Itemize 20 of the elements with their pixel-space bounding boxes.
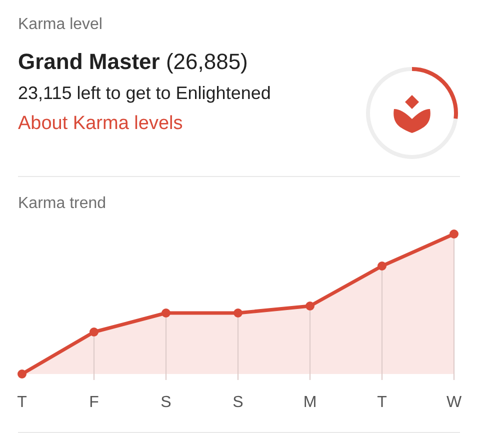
- day-label: T: [377, 394, 387, 412]
- about-link[interactable]: About Karma levels: [18, 113, 183, 135]
- section-heading: Karma level: [18, 16, 104, 34]
- day-label: T: [17, 394, 27, 412]
- remaining-text: 23,115 left to get to Enlightened: [18, 83, 271, 104]
- data-point: [378, 262, 386, 270]
- day-label: W: [446, 394, 462, 412]
- section-heading: Karma trend: [17, 194, 108, 213]
- day-label: S: [232, 394, 244, 412]
- day-label: M: [303, 394, 317, 412]
- day-label: S: [160, 394, 172, 412]
- data-point: [162, 308, 170, 318]
- data-point: [450, 230, 458, 238]
- karma-rank: Grand Master (26,885): [18, 49, 249, 75]
- data-point: [306, 302, 314, 310]
- data-point: [90, 328, 98, 336]
- data-point: [18, 370, 26, 378]
- day-label: F: [89, 394, 99, 412]
- data-point: [234, 308, 242, 318]
- lotus-icon: [394, 95, 430, 133]
